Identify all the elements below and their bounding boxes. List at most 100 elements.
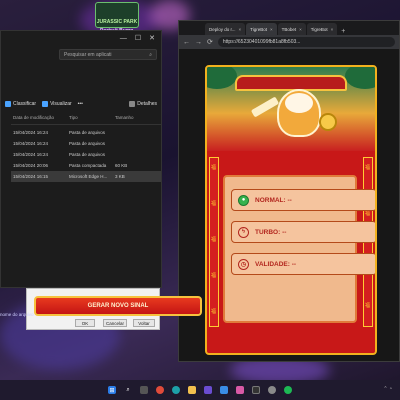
scroll-decoration [250, 96, 280, 118]
photos-icon[interactable] [236, 386, 244, 394]
file-date: 15/04/2024 16:15 [13, 174, 49, 179]
temple-roof-decoration [235, 75, 347, 91]
tab-strip: Deploy do r... × TigreBot × TBobet × Tig… [179, 21, 399, 35]
back-button[interactable]: Voltar [133, 319, 155, 327]
mail-icon[interactable] [220, 386, 228, 394]
explorer-toolbar: Classificar Visualizar ••• Detalhes [1, 97, 163, 111]
close-icon[interactable]: ✕ [149, 34, 155, 42]
ok-button[interactable]: OK [75, 319, 95, 327]
turbo-label: TURBO: -- [255, 228, 287, 236]
tab-tigrebot-2[interactable]: TigreBot × [306, 23, 338, 35]
validity-label: VALIDADE: -- [255, 260, 297, 268]
chrome-icon[interactable] [156, 386, 164, 394]
system-tray[interactable]: ⌃ ◔ [383, 386, 392, 392]
new-tab-button[interactable]: + [338, 28, 348, 35]
file-size: 60 KB [115, 163, 128, 168]
details-button[interactable]: Detalhes [129, 101, 157, 107]
view-icon [42, 101, 49, 107]
sort-icon [5, 101, 11, 107]
game-frame: 福 福 福 福 福 福 福 福 福 ● NORMAL: -- ϟ TURBO: [205, 65, 377, 355]
pillar-glyph: 福 [211, 237, 217, 243]
generate-signal-button[interactable]: GERAR NOVO SINAL [34, 296, 202, 316]
clock-icon: ◷ [238, 258, 249, 270]
tab-label: TigreBot [250, 26, 267, 32]
spotify-icon[interactable] [284, 386, 292, 394]
file-row[interactable]: 15/04/2024 16:24 Pasta de arquivos [11, 149, 161, 160]
reload-icon[interactable]: ⟳ [207, 38, 213, 46]
pillar-glyph: 福 [365, 165, 371, 171]
leaf-decoration [345, 67, 375, 89]
task-view-icon[interactable] [140, 386, 148, 394]
sort-button[interactable]: Classificar [5, 101, 36, 107]
left-pillar-decoration: 福 福 福 福 福 [209, 157, 219, 327]
terminal-icon[interactable] [252, 386, 260, 394]
search-placeholder: Pesquisar em aplicati [64, 52, 112, 58]
more-button[interactable]: ••• [78, 101, 83, 107]
tab-deploy[interactable]: Deploy do r... × [205, 23, 246, 35]
pillar-glyph: 福 [365, 303, 371, 309]
pillar-glyph: 福 [211, 201, 217, 207]
details-icon [129, 101, 136, 107]
file-type: Pasta de arquivos [69, 141, 106, 146]
minimize-icon[interactable]: — [120, 35, 127, 42]
pillar-glyph: 福 [365, 211, 371, 217]
file-date: 15/04/2024 20:06 [13, 163, 49, 168]
dialog-note: nome do arquivo [0, 312, 34, 317]
search-icon[interactable]: ⌕ [124, 386, 132, 394]
pillar-glyph: 福 [211, 165, 217, 171]
file-list: 15/04/2024 16:24 Pasta de arquivos 15/04… [11, 127, 161, 182]
lightning-icon: ϟ [238, 226, 249, 238]
tab-label: TBobet [281, 26, 297, 32]
file-explorer-window: — ☐ ✕ Pesquisar em aplicati ⌕ Classifica… [0, 30, 163, 314]
file-size: 3 KB [115, 174, 125, 179]
store-icon[interactable] [204, 386, 212, 394]
cancel-button[interactable]: Cancelar [103, 319, 127, 327]
tiger-banner-image [207, 67, 375, 151]
address-bar-row: ← → ⟳ https://65230401099fb81a8fb503... [179, 35, 399, 49]
forward-icon[interactable]: → [195, 39, 202, 46]
explorer-titlebar: — ☐ ✕ [1, 31, 161, 45]
windows-icon[interactable]: ⊞ [108, 386, 116, 394]
file-row[interactable]: 15/04/2024 16:24 Pasta de arquivos [11, 138, 161, 149]
edge-icon[interactable] [172, 386, 180, 394]
wallpaper-sign: JURASSIC PARK [95, 2, 139, 28]
close-icon[interactable]: × [331, 27, 334, 32]
file-date: 15/04/2024 16:24 [13, 141, 49, 146]
turbo-signal-row: ϟ TURBO: -- [231, 221, 375, 243]
column-date[interactable]: Data de modificação [13, 115, 54, 120]
gold-coin-icon [319, 113, 337, 131]
settings-icon[interactable] [268, 386, 276, 394]
close-icon[interactable]: × [270, 27, 273, 32]
column-type[interactable]: Tipo [69, 115, 78, 120]
file-list-header: Data de modificação Tipo Tamanho [11, 115, 161, 125]
file-row-selected[interactable]: 15/04/2024 16:15 Microsoft Edge H... 3 K… [11, 171, 161, 182]
signal-panel: ● NORMAL: -- ϟ TURBO: -- ◷ VALIDADE: -- [223, 175, 375, 323]
close-icon[interactable]: × [299, 27, 302, 32]
tiger-face-decoration [285, 93, 313, 113]
green-orb-icon: ● [238, 194, 249, 206]
file-row[interactable]: 15/04/2024 16:24 Pasta de arquivos [11, 127, 161, 138]
address-input[interactable]: https://65230401099fb81a8fb503... [217, 37, 395, 47]
close-icon[interactable]: × [239, 27, 242, 32]
tab-label: TigreBot [310, 26, 328, 32]
pillar-glyph: 福 [211, 309, 217, 315]
pillar-glyph: 福 [211, 273, 217, 279]
normal-label: NORMAL: -- [255, 196, 292, 204]
search-icon: ⌕ [149, 52, 152, 58]
back-icon[interactable]: ← [183, 39, 190, 46]
tab-label: Deploy do r... [209, 26, 236, 32]
leaf-decoration [207, 67, 237, 89]
file-date: 15/04/2024 16:24 [13, 152, 49, 157]
explorer-search-input[interactable]: Pesquisar em aplicati ⌕ [59, 49, 157, 60]
view-button[interactable]: Visualizar [42, 101, 72, 107]
tab-tigrebot[interactable]: TigreBot × [246, 23, 277, 35]
maximize-icon[interactable]: ☐ [135, 34, 141, 42]
file-type: Microsoft Edge H... [69, 174, 108, 179]
file-date: 15/04/2024 16:24 [13, 130, 49, 135]
column-size[interactable]: Tamanho [115, 115, 134, 120]
page-content: 福 福 福 福 福 福 福 福 福 ● NORMAL: -- ϟ TURBO: [179, 49, 399, 361]
details-label: Detalhes [137, 101, 157, 107]
tab-tbobet[interactable]: TBobet × [277, 23, 306, 35]
file-row[interactable]: 15/04/2024 20:06 Pasta compactada 60 KB [11, 160, 161, 171]
explorer-icon[interactable] [188, 386, 196, 394]
